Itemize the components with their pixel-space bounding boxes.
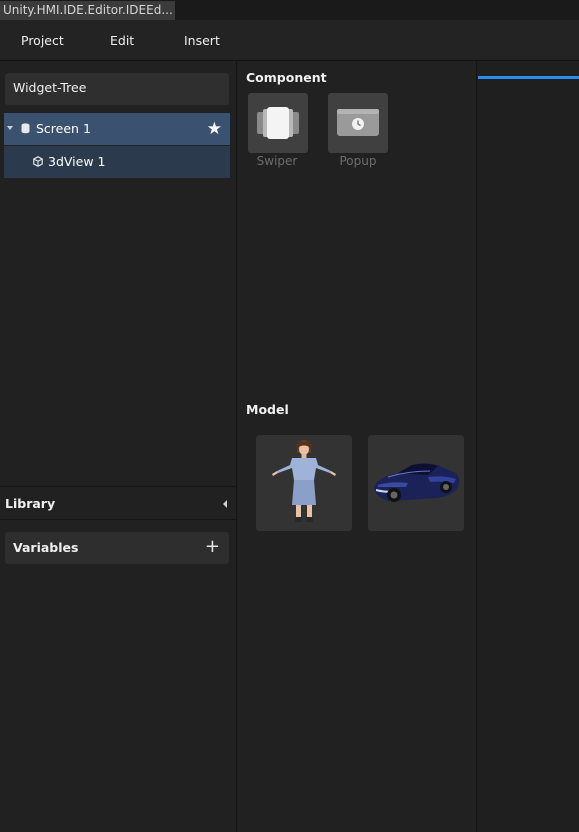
- model-female-character[interactable]: [256, 435, 352, 531]
- divider: [0, 519, 237, 520]
- tree-item-3dview-1[interactable]: 3dView 1: [4, 146, 230, 178]
- left-panel: Widget-Tree Screen 1 ★ 3dView 1 Library …: [0, 61, 237, 832]
- database-icon: [21, 123, 30, 134]
- popup-icon: [337, 109, 379, 136]
- menu-project[interactable]: Project: [21, 20, 64, 61]
- scene-view-panel: [478, 61, 579, 832]
- asset-panel: Component Swiper Popup Model: [238, 61, 477, 832]
- model-sports-car[interactable]: [368, 435, 464, 531]
- active-tab-indicator: [478, 76, 579, 79]
- blue-sports-car-model-thumbnail: [374, 463, 460, 502]
- component-label: Swiper: [256, 154, 298, 168]
- tree-item-screen-1[interactable]: Screen 1 ★: [4, 113, 230, 145]
- tree-item-label: Screen 1: [36, 121, 91, 136]
- menu-edit[interactable]: Edit: [110, 20, 134, 61]
- female-character-model-thumbnail: [272, 440, 336, 522]
- model-section-title: Model: [246, 402, 289, 417]
- swiper-icon: [257, 107, 299, 139]
- divider: [0, 486, 237, 487]
- menu-insert[interactable]: Insert: [184, 20, 220, 61]
- widget-tree-header[interactable]: Widget-Tree: [5, 73, 229, 105]
- library-title: Library: [5, 496, 56, 511]
- library-header[interactable]: Library: [0, 488, 237, 520]
- component-swiper[interactable]: [248, 93, 308, 153]
- cube-icon: [33, 156, 43, 167]
- collapse-arrow-icon[interactable]: [223, 500, 227, 508]
- component-popup[interactable]: [328, 93, 388, 153]
- add-variable-icon[interactable]: +: [205, 532, 220, 562]
- variables-header[interactable]: Variables +: [5, 532, 229, 564]
- component-section-title: Component: [246, 70, 327, 85]
- expand-caret-icon[interactable]: [7, 126, 13, 130]
- editor-window-tab[interactable]: Unity.HMI.IDE.Editor.IDEEd...: [0, 1, 175, 20]
- variables-title: Variables: [13, 540, 79, 555]
- tree-item-label: 3dView 1: [48, 154, 106, 169]
- menu-bar: Project Edit Insert: [0, 20, 579, 61]
- title-tab-strip: Unity.HMI.IDE.Editor.IDEEd...: [0, 0, 579, 20]
- star-icon[interactable]: ★: [207, 113, 222, 145]
- component-label: Popup: [339, 154, 377, 168]
